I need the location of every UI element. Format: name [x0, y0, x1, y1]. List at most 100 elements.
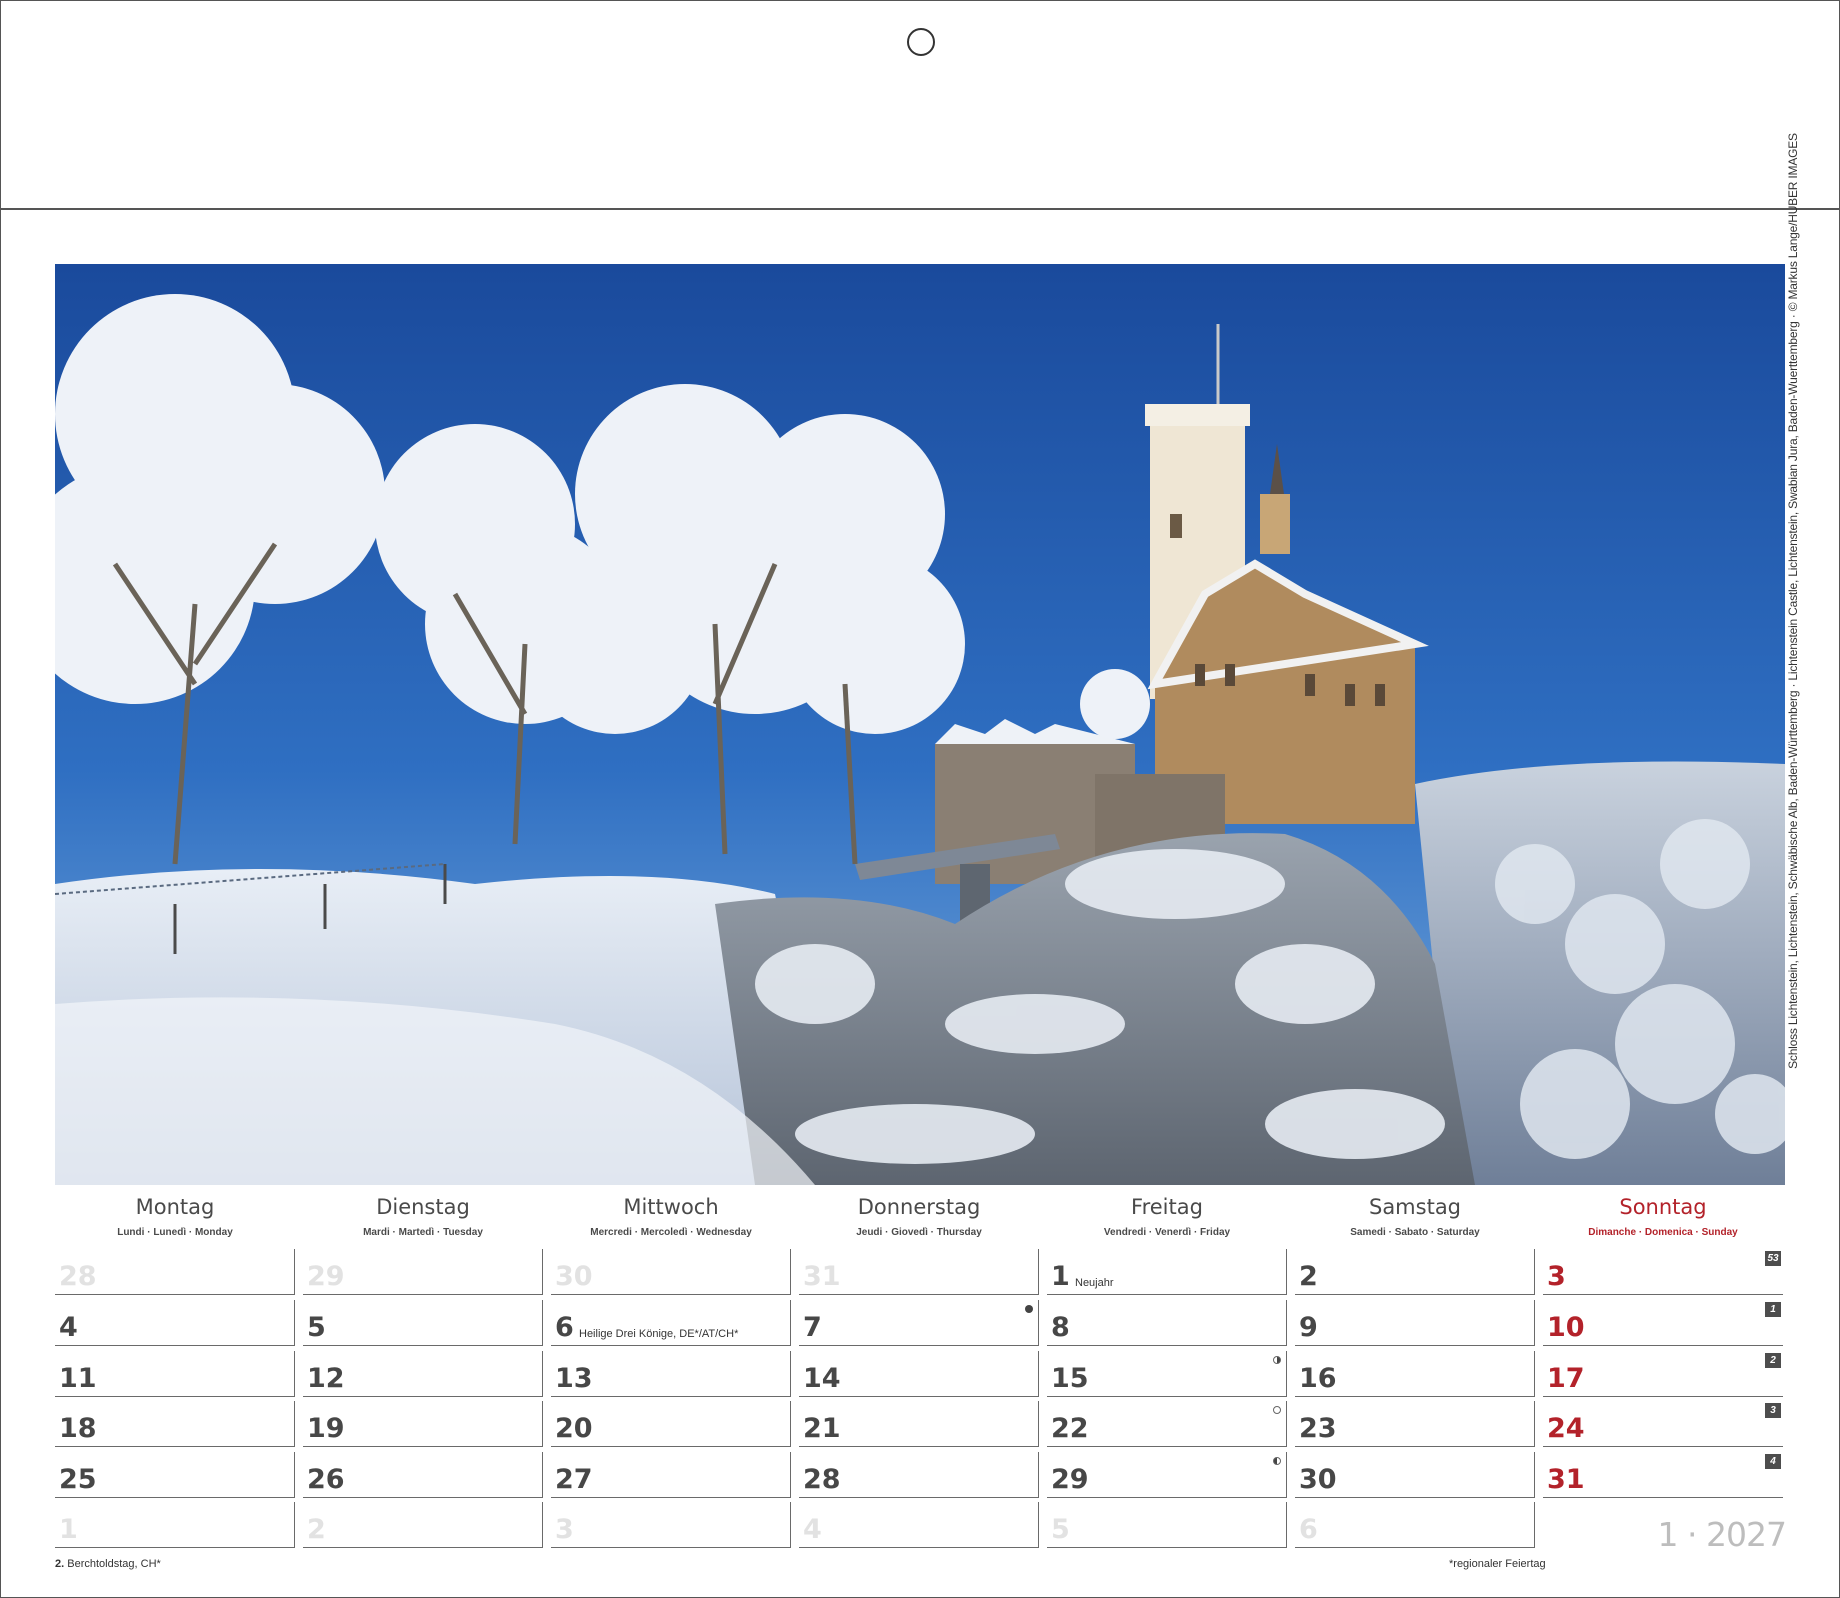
weekday-translations: Lundi · Lunedì · Monday: [117, 1227, 233, 1238]
month-year-label: 1 · 2027: [1657, 1515, 1787, 1554]
day-cell: 28: [55, 1249, 295, 1295]
day-cell: 31: [799, 1249, 1039, 1295]
photo-credit: Schloss Lichtenstein, Lichtenstein, Schw…: [1786, 133, 1800, 1069]
day-number: 27: [555, 1464, 593, 1495]
day-number: 7: [803, 1312, 822, 1343]
day-number: 18: [59, 1413, 97, 1444]
day-number: 8: [1051, 1312, 1070, 1343]
day-cell: 1: [55, 1502, 295, 1548]
day-number: 11: [59, 1363, 97, 1394]
holiday-label: Neujahr: [1075, 1277, 1114, 1289]
weekday-name: Freitag: [1131, 1195, 1203, 1219]
weekday-translations: Mardi · Martedì · Tuesday: [363, 1227, 483, 1238]
footnote-day: 2.: [55, 1558, 65, 1570]
day-cell: 27: [551, 1452, 791, 1498]
hanging-hole: [907, 28, 935, 56]
day-cell: 11: [55, 1351, 295, 1397]
day-number: 29: [307, 1261, 345, 1292]
week-number-badge: 4: [1765, 1454, 1781, 1469]
weekday-header: Samstag Samedi · Sabato · Saturday: [1295, 1195, 1535, 1238]
day-cell: 20: [551, 1401, 791, 1447]
week-number-badge: 3: [1765, 1403, 1781, 1418]
weekday-header: Donnerstag Jeudi · Giovedì · Thursday: [799, 1195, 1039, 1238]
day-cell: 1 Neujahr: [1047, 1249, 1287, 1295]
day-cell: 16: [1295, 1351, 1535, 1397]
day-number: 5: [307, 1312, 326, 1343]
day-number: 13: [555, 1363, 593, 1394]
day-number: 28: [803, 1464, 841, 1495]
footnote-text: Berchtoldstag, CH*: [67, 1558, 161, 1570]
day-number: 31: [1547, 1464, 1585, 1495]
weekday-header: Freitag Vendredi · Venerdì · Friday: [1047, 1195, 1287, 1238]
day-cell: 31 4: [1543, 1452, 1783, 1498]
day-cell: 2: [303, 1502, 543, 1548]
day-number: 14: [803, 1363, 841, 1394]
day-number: 31: [803, 1261, 841, 1292]
weekday-name: Montag: [135, 1195, 215, 1219]
day-cell: 7: [799, 1300, 1039, 1346]
first-moon-icon: [1273, 1356, 1281, 1364]
day-cell: 30: [551, 1249, 791, 1295]
day-cell: 17 2: [1543, 1351, 1783, 1397]
weekday-translations: Mercredi · Mercoledì · Wednesday: [590, 1227, 752, 1238]
day-cell: 25: [55, 1452, 295, 1498]
new-moon-icon: [1025, 1305, 1033, 1313]
day-number: 30: [555, 1261, 593, 1292]
day-cell: 14: [799, 1351, 1039, 1397]
day-cell: 19: [303, 1401, 543, 1447]
holiday-label: Heilige Drei Könige, DE*/AT/CH*: [579, 1328, 739, 1340]
day-cell: 29: [1047, 1452, 1287, 1498]
day-number: 2: [1299, 1261, 1318, 1292]
day-number: 4: [803, 1514, 822, 1545]
day-cell: 8: [1047, 1300, 1287, 1346]
day-number: 30: [1299, 1464, 1337, 1495]
day-number: 16: [1299, 1363, 1337, 1394]
day-number: 6: [555, 1312, 574, 1343]
day-number: 2: [307, 1514, 326, 1545]
day-number: 23: [1299, 1413, 1337, 1444]
day-number: 29: [1051, 1464, 1089, 1495]
day-cell: 3 53: [1543, 1249, 1783, 1295]
day-cell: 2: [1295, 1249, 1535, 1295]
day-cell: 26: [303, 1452, 543, 1498]
weekday-translations: Samedi · Sabato · Saturday: [1350, 1227, 1480, 1238]
day-number: 17: [1547, 1363, 1585, 1394]
day-number: 25: [59, 1464, 97, 1495]
day-cell: 9: [1295, 1300, 1535, 1346]
footnote-regional: *regionaler Feiertag: [1449, 1558, 1546, 1570]
full-moon-icon: [1273, 1406, 1281, 1414]
day-cell: 30: [1295, 1452, 1535, 1498]
day-cell: 23: [1295, 1401, 1535, 1447]
day-number: 1: [59, 1514, 78, 1545]
hanging-strip: [0, 0, 1840, 210]
day-number: 6: [1299, 1514, 1318, 1545]
weekday-header: Montag Lundi · Lunedì · Monday: [55, 1195, 295, 1238]
weekday-name: Samstag: [1368, 1195, 1462, 1219]
winter-castle-image: [55, 264, 1785, 1185]
week-number-badge: 53: [1765, 1251, 1781, 1266]
day-number: 28: [59, 1261, 97, 1292]
day-number: 9: [1299, 1312, 1318, 1343]
day-number: 3: [1547, 1261, 1566, 1292]
weekday-name: Donnerstag: [857, 1195, 981, 1219]
weekday-header: Mittwoch Mercredi · Mercoledì · Wednesday: [551, 1195, 791, 1238]
day-cell: 24 3: [1543, 1401, 1783, 1447]
week-number-badge: 1: [1765, 1302, 1781, 1317]
last-moon-icon: [1273, 1457, 1281, 1465]
day-number: 10: [1547, 1312, 1585, 1343]
day-cell: 29: [303, 1249, 543, 1295]
day-cell: 22: [1047, 1401, 1287, 1447]
day-number: 19: [307, 1413, 345, 1444]
calendar-photo: [55, 264, 1785, 1185]
day-number: 1: [1051, 1261, 1070, 1292]
day-cell: 18: [55, 1401, 295, 1447]
day-cell: 4: [55, 1300, 295, 1346]
day-number: 24: [1547, 1413, 1585, 1444]
week-number-badge: 2: [1765, 1353, 1781, 1368]
day-cell: 15: [1047, 1351, 1287, 1397]
day-cell: 13: [551, 1351, 791, 1397]
day-number: 20: [555, 1413, 593, 1444]
day-cell: 5: [303, 1300, 543, 1346]
day-number: 22: [1051, 1413, 1089, 1444]
footnote-holiday: 2. Berchtoldstag, CH*: [55, 1558, 161, 1570]
